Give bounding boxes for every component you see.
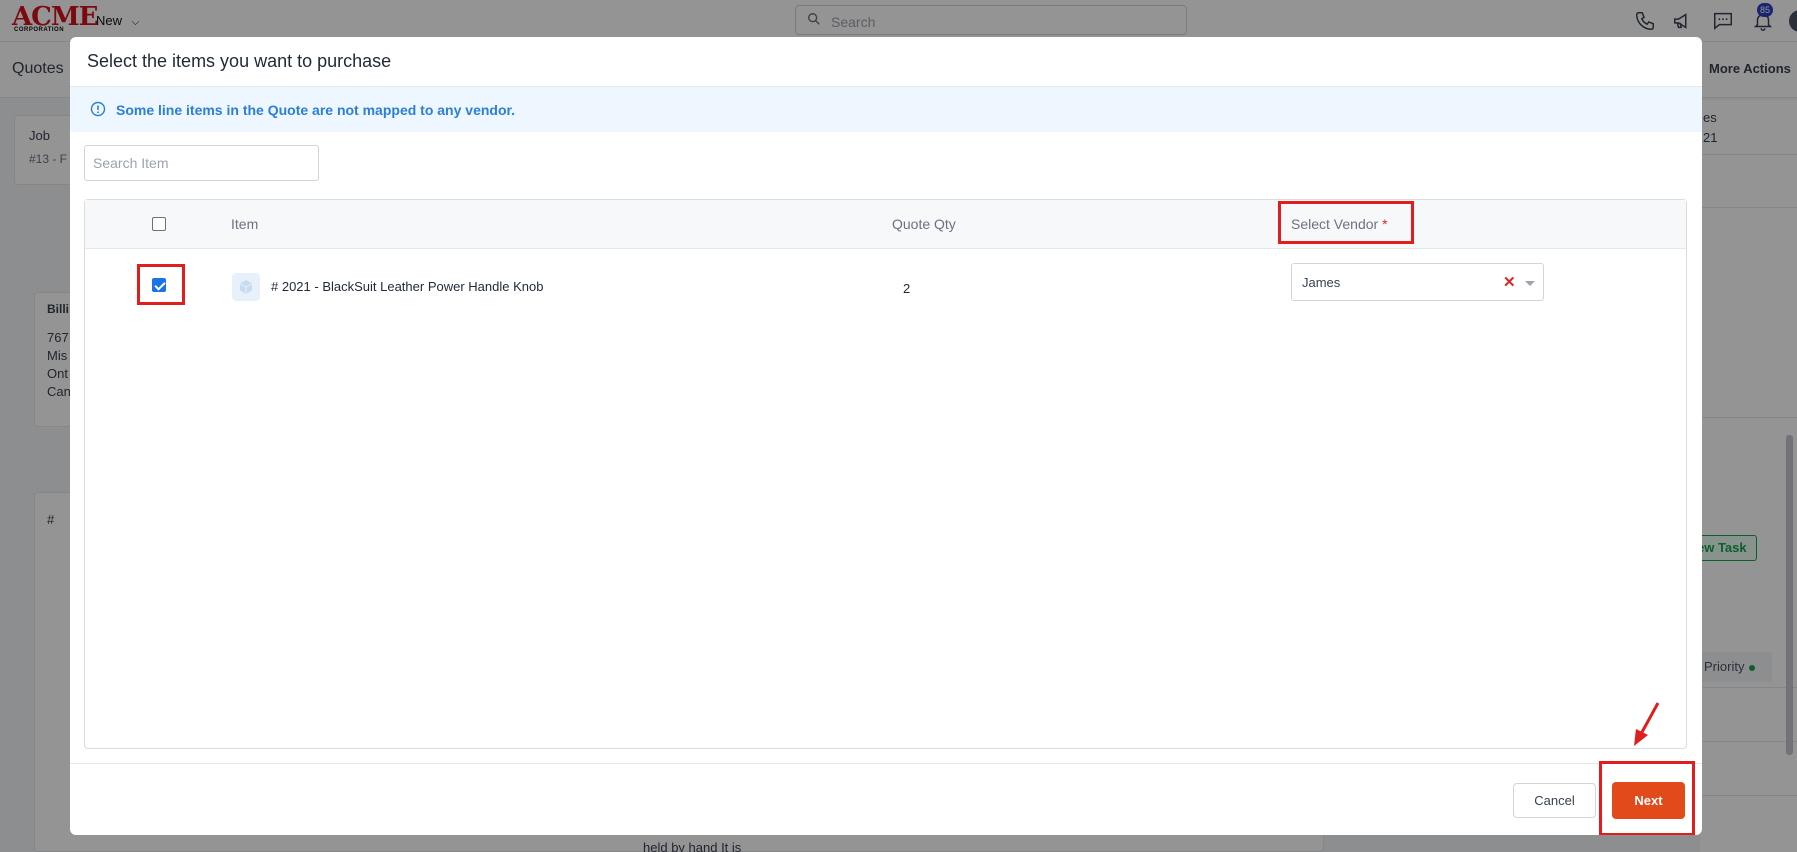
vendor-select[interactable]: James ✕: [1291, 263, 1544, 301]
cancel-button[interactable]: Cancel: [1513, 783, 1596, 818]
annotation-arrow-icon: [1634, 702, 1660, 746]
alert-message: Some line items in the Quote are not map…: [116, 102, 516, 118]
highlight-box: [137, 264, 185, 305]
search-item-input[interactable]: [84, 145, 319, 181]
column-header-item: Item: [231, 216, 259, 232]
purchase-items-modal: Select the items you want to purchase So…: [70, 37, 1702, 835]
divider: [70, 763, 1702, 764]
item-name: # 2021 - BlackSuit Leather Power Handle …: [271, 279, 544, 294]
clear-icon[interactable]: ✕: [1503, 273, 1516, 291]
modal-title: Select the items you want to purchase: [87, 51, 392, 71]
highlight-box: [1599, 761, 1695, 835]
vendor-value: James: [1302, 275, 1341, 290]
column-header-quote-qty: Quote Qty: [892, 216, 956, 232]
highlight-box: [1278, 201, 1414, 244]
items-table: Item Quote Qty Select Vendor * # 2021 - …: [84, 199, 1687, 749]
vendor-mapping-alert: Some line items in the Quote are not map…: [70, 87, 1702, 132]
table-header: Item Quote Qty Select Vendor *: [85, 200, 1686, 249]
info-icon: [90, 101, 106, 117]
item-cube-icon: [232, 273, 260, 301]
caret-down-icon[interactable]: [1525, 281, 1535, 286]
select-all-checkbox[interactable]: [152, 217, 166, 231]
quote-qty: 2: [903, 281, 911, 296]
